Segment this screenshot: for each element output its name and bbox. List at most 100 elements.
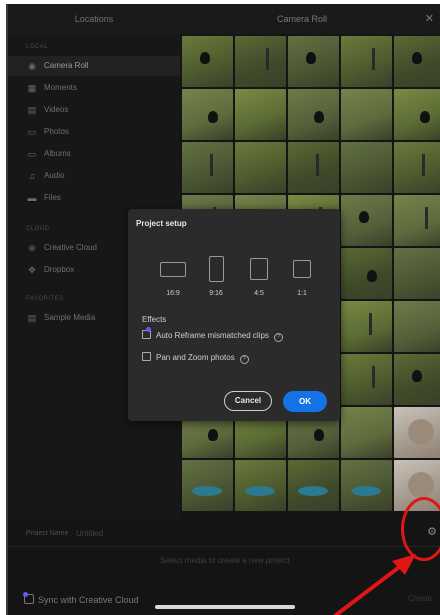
photo-thumbnail[interactable] [341,89,392,140]
photo-thumbnail[interactable] [182,460,233,511]
sidebar-item-label: Audio [44,171,65,180]
help-icon[interactable]: ? [273,333,283,342]
ratio-option-16-9[interactable]: 16:9 [156,253,190,297]
creative-cloud-icon: ⊕ [28,243,36,253]
top-bar: Locations Camera Roll ✕ [8,4,440,34]
effects-label: Effects [142,315,167,324]
photo-subject [316,154,319,176]
sidebar-item-camera-roll[interactable]: ◉ Camera Roll [8,56,180,76]
photo-thumbnail[interactable] [394,36,440,87]
section-label-favorites: FAVORITES [26,296,64,302]
photo-thumbnail[interactable] [235,142,286,193]
photo-subject [412,370,422,382]
photo-thumbnail[interactable] [394,407,440,458]
checkbox-icon [142,327,151,339]
annotation-arrow [334,554,416,615]
photo-subject [210,154,213,176]
section-label-local: LOCAL [26,44,49,50]
ok-button[interactable]: OK [283,391,327,412]
sidebar-item-label: Camera Roll [44,61,89,70]
sidebar-item-label: Sample Media [44,313,96,322]
photo-subject [314,429,324,441]
ratio-option-1-1[interactable]: 1:1 [285,253,319,297]
photo-subject [192,486,222,496]
ratio-label: 4:5 [254,290,264,297]
photo-thumbnail[interactable] [341,248,392,299]
photo-thumbnail[interactable] [341,142,392,193]
photo-subject [420,111,430,123]
home-indicator [155,605,295,609]
photos-icon: ▭ [27,127,37,137]
dropbox-icon: ✥ [28,265,36,275]
option-label: Auto Reframe mismatched clips [156,331,269,340]
dialog-title: Project setup [136,219,187,228]
ratio-label: 9:16 [209,290,223,297]
ratio-label: 1:1 [297,290,307,297]
photo-subject [422,154,425,176]
photo-thumbnail[interactable] [182,142,233,193]
sidebar-item-videos[interactable]: ▤ Videos [8,100,180,120]
ratio-option-4-5[interactable]: 4:5 [242,253,276,297]
sidebar-item-label: Files [44,193,61,202]
photo-thumbnail[interactable] [394,248,440,299]
photo-thumbnail[interactable] [288,142,339,193]
cancel-button[interactable]: Cancel [224,391,272,411]
photo-subject [372,366,375,388]
sidebar-item-label: Albums [44,149,71,158]
sidebar-item-moments[interactable]: ▦ Moments [8,78,180,98]
photo-subject [408,472,434,498]
photo-thumbnail[interactable] [341,195,392,246]
photo-subject [367,270,377,282]
photo-thumbnail[interactable] [341,301,392,352]
photo-subject [351,486,381,496]
four-five-ratio-icon [250,258,268,280]
photo-thumbnail[interactable] [288,36,339,87]
portrait-ratio-icon [208,256,224,282]
ratio-option-9-16[interactable]: 9:16 [199,253,233,297]
photo-thumbnail[interactable] [394,195,440,246]
app-window: Locations Camera Roll ✕ LOCAL ◉ Camera R… [6,4,440,615]
sidebar-item-albums[interactable]: ▭ Albums [8,144,180,164]
photo-thumbnail[interactable] [182,36,233,87]
option-label: Pan and Zoom photos [156,353,235,362]
sample-media-icon: ▤ [27,313,37,323]
photo-subject [408,419,434,445]
auto-reframe-checkbox[interactable]: Auto Reframe mismatched clips? [142,327,283,342]
sidebar-item-audio[interactable]: ♫ Audio [8,166,180,186]
photo-subject [200,52,210,64]
sync-toggle[interactable]: Sync with Creative Cloud [23,592,139,605]
camera-roll-title: Camera Roll [276,14,327,24]
pan-zoom-checkbox[interactable]: Pan and Zoom photos? [142,352,249,364]
project-name-input[interactable]: Untitled [76,529,103,538]
photo-thumbnail[interactable] [288,89,339,140]
photo-subject [208,111,218,123]
photo-thumbnail[interactable] [182,89,233,140]
locations-title: Locations [74,14,114,24]
photo-thumbnail[interactable] [288,460,339,511]
photo-thumbnail[interactable] [394,301,440,352]
photo-thumbnail[interactable] [341,36,392,87]
photo-thumbnail[interactable] [394,142,440,193]
sidebar-item-files[interactable]: ▬ Files [8,188,180,208]
sidebar-item-label: Videos [44,105,69,114]
photo-thumbnail[interactable] [235,460,286,511]
project-setup-dialog: Project setup 16:9 9:16 4:5 1:1 Effects … [128,209,340,421]
section-label-cloud: CLOUD [26,226,50,232]
photo-subject [298,486,328,496]
photo-subject [306,52,316,64]
sidebar-item-photos[interactable]: ▭ Photos [8,122,180,142]
photo-thumbnail[interactable] [394,354,440,405]
landscape-ratio-icon [160,262,186,277]
photo-thumbnail[interactable] [341,354,392,405]
photo-thumbnail[interactable] [394,89,440,140]
photo-thumbnail[interactable] [341,407,392,458]
help-icon[interactable]: ? [239,355,249,364]
photo-thumbnail[interactable] [341,460,392,511]
photo-thumbnail[interactable] [235,36,286,87]
close-icon[interactable]: ✕ [425,4,434,34]
camera-roll-icon: ◉ [28,61,36,71]
photo-thumbnail[interactable] [235,89,286,140]
sync-label: Sync with Creative Cloud [38,595,139,605]
ratio-label: 16:9 [166,290,180,297]
photo-subject [266,48,269,70]
